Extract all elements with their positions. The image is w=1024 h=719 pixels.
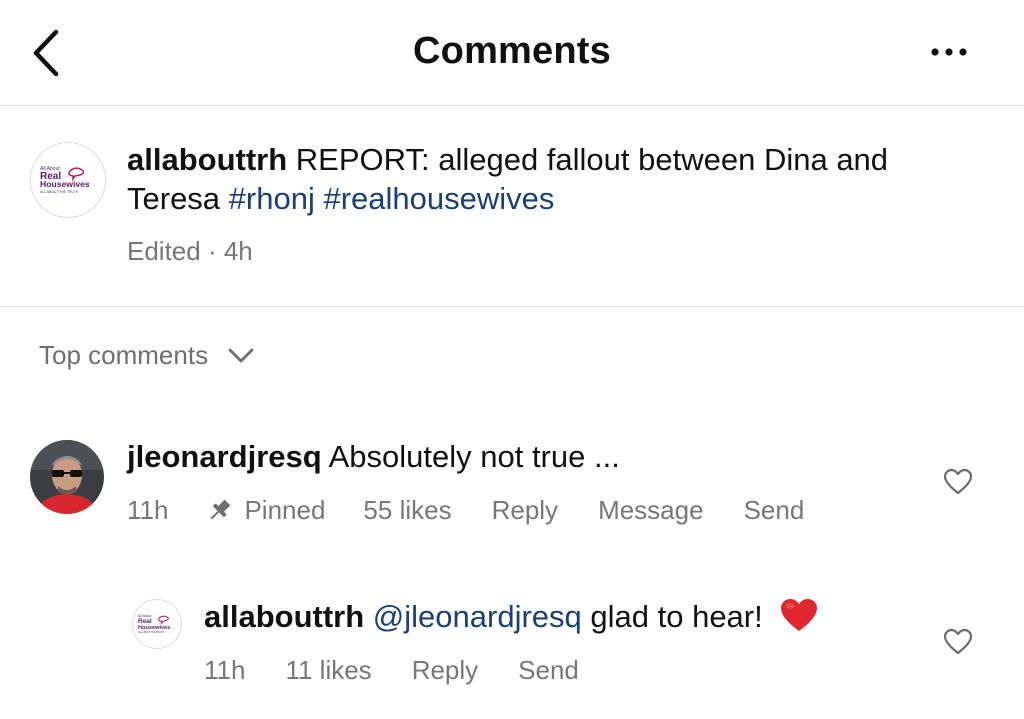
sort-label: Top comments <box>39 340 209 370</box>
hashtag-link[interactable]: #realhousewives <box>323 181 554 216</box>
heart-outline-icon <box>943 468 973 495</box>
send-button[interactable]: Send <box>744 495 805 526</box>
sort-comments-dropdown[interactable]: Top comments <box>39 340 256 371</box>
header-bar: Comments <box>0 0 1024 106</box>
likes-count-link[interactable]: 11 likes <box>285 655 371 686</box>
reply-button[interactable]: Reply <box>492 495 558 526</box>
page-title: Comments <box>413 30 611 72</box>
chevron-down-icon <box>228 348 254 362</box>
post-username[interactable]: allabouttrh <box>127 142 287 177</box>
message-button[interactable]: Message <box>598 495 704 526</box>
reply-time: 11h <box>204 655 246 685</box>
comment-actions: 11h Pinned 55 likes Reply Message Send <box>127 495 804 526</box>
pinned-label: Pinned <box>244 495 326 525</box>
reply-button[interactable]: Reply <box>412 655 478 686</box>
reply-username[interactable]: allabouttrh <box>204 599 364 634</box>
heart-outline-icon <box>943 628 973 655</box>
likes-count-link[interactable]: 55 likes <box>363 495 451 526</box>
comment-time: 11h <box>127 495 169 525</box>
svg-text:ALL ABOUT THE TRUTH: ALL ABOUT THE TRUTH <box>138 631 164 634</box>
post-caption-text: allabouttrh REPORT: alleged fallout betw… <box>127 140 987 218</box>
commenter-avatar[interactable] <box>30 440 104 514</box>
svg-text:Housewives: Housewives <box>40 179 90 189</box>
comment-username[interactable]: jleonardjresq <box>127 439 322 474</box>
post-author-avatar[interactable]: All About Real Housewives ALL ABOUT THE … <box>30 142 106 218</box>
avatar-photo <box>30 440 104 514</box>
svg-text:ALL ABOUT THE TRUTH: ALL ABOUT THE TRUTH <box>40 190 79 194</box>
more-options-button[interactable] <box>926 40 972 64</box>
reply-body: glad to hear! <box>590 599 763 634</box>
brand-logo-image: All About Real Housewives ALL ABOUT THE … <box>138 614 170 634</box>
hashtag-link[interactable]: #rhonj <box>229 181 315 216</box>
comment-text: jleonardjresq Absolutely not true ... <box>127 437 620 477</box>
svg-text:Real: Real <box>138 618 152 625</box>
red-heart-emoji <box>781 599 818 631</box>
more-horizontal-icon <box>931 48 967 56</box>
svg-text:Housewives: Housewives <box>138 625 170 631</box>
reply-author-avatar[interactable]: All About Real Housewives ALL ABOUT THE … <box>132 599 182 649</box>
brand-logo-image: All About Real Housewives ALL ABOUT THE … <box>40 166 90 194</box>
comment-body: Absolutely not true ... <box>328 439 620 474</box>
like-comment-button[interactable] <box>943 468 973 496</box>
post-caption-section: All About Real Housewives ALL ABOUT THE … <box>0 106 1024 307</box>
pin-icon <box>210 499 231 519</box>
send-button[interactable]: Send <box>518 655 579 686</box>
reply-text: allabouttrh @jleonardjresq glad to hear! <box>204 597 819 637</box>
mention-link[interactable]: @jleonardjresq <box>373 599 582 634</box>
like-reply-button[interactable] <box>943 628 973 656</box>
reply-actions: 11h 11 likes Reply Send <box>204 655 579 686</box>
post-meta: Edited · 4h <box>127 236 253 266</box>
